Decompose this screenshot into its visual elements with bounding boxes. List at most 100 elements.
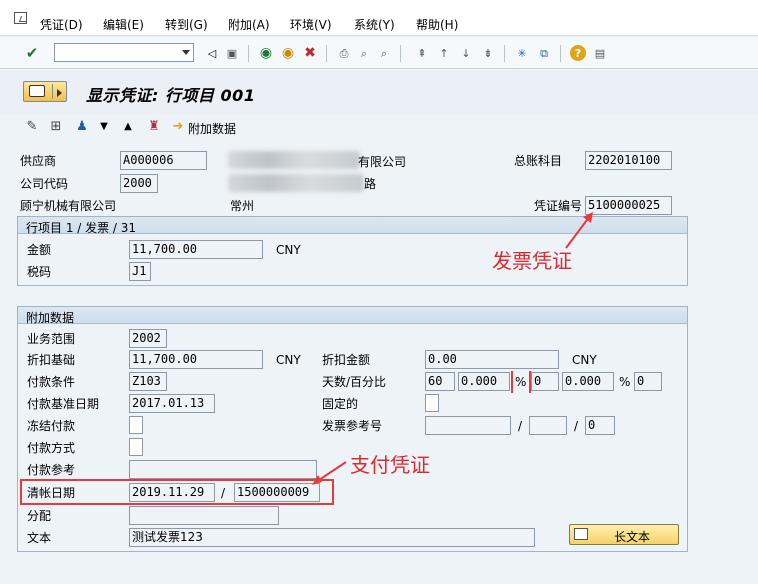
- title-bar: 显示凭证: 行项目 001: [0, 70, 758, 114]
- fixed-label: 固定的: [322, 397, 359, 411]
- company-code-field[interactable]: 2000: [120, 174, 158, 193]
- document-overview-icon[interactable]: ⊞: [48, 119, 64, 135]
- days3-field[interactable]: 0: [634, 372, 662, 391]
- create-session-icon[interactable]: ✳: [514, 45, 530, 61]
- invoice-ref-sep-2: /: [574, 419, 579, 433]
- tax-code-label: 税码: [27, 265, 52, 279]
- amount-currency: CNY: [276, 243, 301, 257]
- user-icon[interactable]: ♟: [74, 119, 90, 135]
- group-header: 附加数据: [18, 307, 687, 325]
- cancel-icon[interactable]: ✖: [302, 45, 318, 61]
- payment-terms-field[interactable]: Z103: [129, 372, 167, 391]
- days1-field[interactable]: 60: [425, 372, 455, 391]
- days-pct-label: 天数/百分比: [322, 375, 387, 389]
- find-icon[interactable]: ⌕: [356, 45, 372, 61]
- address-suffix: 路: [364, 177, 377, 191]
- invoice-ref-doc-field[interactable]: [425, 416, 511, 435]
- payment-block-label: 冻结付款: [27, 419, 76, 433]
- help-icon[interactable]: ?: [570, 45, 586, 61]
- toolbar-divider: [504, 45, 505, 62]
- assignment-field[interactable]: [129, 506, 279, 525]
- invoice-ref-year-field[interactable]: [529, 416, 567, 435]
- redacted-address: [228, 174, 364, 192]
- chevron-right-icon: [57, 89, 62, 97]
- vendor-full-name: 顾宁机械有限公司: [20, 199, 117, 213]
- menu-item-edit[interactable]: 编辑(E): [103, 16, 144, 33]
- amount-label: 金额: [27, 243, 52, 257]
- page-title: 显示凭证: 行项目 001: [86, 86, 256, 105]
- discount-base-field[interactable]: 11,700.00: [129, 350, 263, 369]
- menu-item-system[interactable]: 系统(Y): [354, 16, 395, 33]
- vendor-label: 供应商: [20, 154, 57, 168]
- extra-data-button[interactable]: 附加数据: [188, 120, 236, 137]
- invoice-ref-label: 发票参考号: [322, 419, 383, 433]
- chevron-down-icon[interactable]: [182, 50, 190, 55]
- menu-item-document[interactable]: 凭证(D): [40, 16, 83, 33]
- menu-icon[interactable]: [14, 12, 27, 24]
- toolbar-divider: [560, 45, 561, 62]
- discount-base-label: 折扣基础: [27, 353, 76, 367]
- payment-block-field[interactable]: [129, 416, 143, 434]
- long-text-button[interactable]: 长文本: [569, 524, 679, 545]
- stamp-icon[interactable]: ♜: [146, 119, 162, 135]
- company-code-label: 公司代码: [20, 177, 69, 191]
- annotation-arrow-icon: [312, 461, 347, 485]
- business-area-field[interactable]: 2002: [129, 329, 167, 348]
- menu-item-environment[interactable]: 环境(V): [290, 16, 332, 33]
- edit-pencil-icon[interactable]: ✎: [24, 119, 40, 135]
- days2-field[interactable]: 0: [531, 372, 559, 391]
- extra-data-group-title: 附加数据: [26, 311, 75, 325]
- triangle-down-icon[interactable]: ▼: [96, 119, 112, 135]
- payment-ref-field[interactable]: [129, 460, 317, 479]
- pct2-field[interactable]: 0.000: [562, 372, 614, 391]
- arrow-right-icon[interactable]: ➜: [170, 119, 186, 135]
- toolbar-divider: [326, 45, 327, 62]
- text-field[interactable]: 测试发票123: [129, 528, 535, 547]
- vendor-field[interactable]: A000006: [120, 151, 207, 170]
- redacted-vendor-name: [228, 151, 360, 169]
- payment-terms-label: 付款条件: [27, 375, 76, 389]
- customize-layout-icon[interactable]: ▤: [592, 45, 608, 61]
- menu-item-extras[interactable]: 附加(A): [228, 16, 270, 33]
- shortcut-icon[interactable]: ⧉: [536, 45, 552, 61]
- print-icon[interactable]: ⎙: [336, 45, 352, 61]
- save-icon[interactable]: ▣: [224, 45, 240, 61]
- gl-account-field[interactable]: 2202010100: [585, 151, 672, 170]
- payment-method-label: 付款方式: [27, 441, 76, 455]
- payment-method-field[interactable]: [129, 438, 143, 456]
- application-toolbar: ✎ ⊞ ♟ ▼ ▲ ♜ ➜ 附加数据: [0, 114, 758, 144]
- annotation-arrow-icon: [565, 212, 593, 249]
- text-label: 文本: [27, 531, 52, 545]
- last-page-icon[interactable]: ⇟: [480, 45, 496, 61]
- invoice-ref-sep-1: /: [518, 419, 523, 433]
- vendor-name-suffix: 有限公司: [358, 155, 407, 169]
- menu-bar: 凭证(D) 编辑(E) 转到(G) 附加(A) 环境(V) 系统(Y) 帮助(H…: [0, 0, 758, 36]
- standard-toolbar: ✔ ◁ ▣ ◉ ◉ ✖ ⎙ ⌕ ⌕ ⇞ ↑ ↓ ⇟ ✳ ⧉ ? ▤: [0, 37, 758, 69]
- pct1-field[interactable]: 0.000: [458, 372, 510, 391]
- find-next-icon[interactable]: ⌕: [376, 45, 392, 61]
- business-area-label: 业务范围: [27, 332, 76, 346]
- first-page-icon[interactable]: ⇞: [414, 45, 430, 61]
- assignment-label: 分配: [27, 509, 52, 523]
- vendor-city: 常州: [230, 199, 255, 213]
- fixed-checkbox[interactable]: [425, 394, 439, 412]
- triangle-up-icon[interactable]: ▲: [120, 119, 136, 135]
- baseline-date-label: 付款基准日期: [27, 397, 100, 411]
- back-arrow-icon[interactable]: ◁: [204, 45, 220, 61]
- pct2-sign: %: [619, 375, 631, 389]
- menu-item-help[interactable]: 帮助(H): [416, 16, 458, 33]
- enter-check-icon[interactable]: ✔: [24, 45, 40, 61]
- menu-item-goto[interactable]: 转到(G): [165, 16, 208, 33]
- baseline-date-field[interactable]: 2017.01.13: [129, 394, 215, 413]
- command-field[interactable]: [54, 43, 194, 62]
- discount-amount-field[interactable]: 0.00: [425, 350, 559, 369]
- amount-field[interactable]: 11,700.00: [129, 240, 263, 259]
- next-page-icon[interactable]: ↓: [458, 45, 474, 61]
- previous-page-icon[interactable]: ↑: [436, 45, 452, 61]
- toolbar-divider: [248, 45, 249, 62]
- tax-code-field[interactable]: J1: [129, 262, 151, 281]
- back-icon[interactable]: ◉: [258, 45, 274, 61]
- invoice-ref-item-field[interactable]: 0: [585, 416, 615, 435]
- display-change-button[interactable]: [23, 81, 67, 102]
- exit-icon[interactable]: ◉: [280, 45, 296, 61]
